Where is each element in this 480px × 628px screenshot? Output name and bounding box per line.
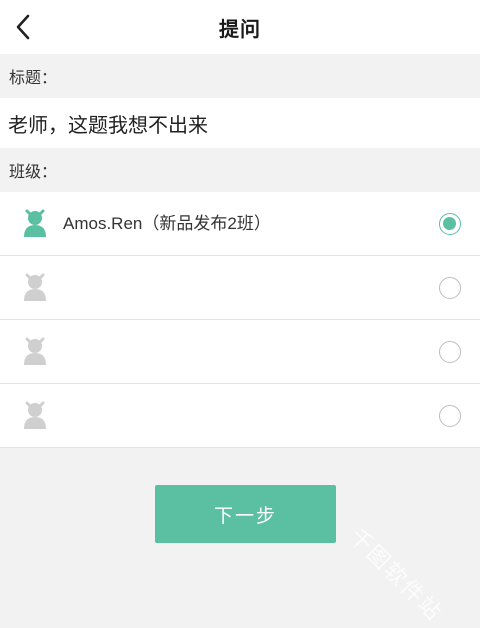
top-bar: 提问 [0,0,480,54]
title-label: 标题： [0,54,480,98]
class-label: 班级： [0,148,480,192]
person-icon [24,337,46,365]
person-icon [24,401,46,429]
page-title: 提问 [219,18,261,41]
class-option-2[interactable] [0,256,480,320]
radio-unselected[interactable] [439,277,461,299]
next-step-button[interactable]: 下一步 [155,485,336,543]
class-option-4[interactable] [0,384,480,448]
title-input[interactable] [8,111,480,135]
person-icon [24,209,46,237]
radio-selected[interactable] [439,213,461,235]
radio-unselected[interactable] [439,405,461,427]
chevron-left-icon [16,14,30,40]
watermark: 千图软件站 [344,523,448,627]
radio-unselected[interactable] [439,341,461,363]
person-icon [24,273,46,301]
class-option-1[interactable]: Amos.Ren（新品发布2班） [0,192,480,256]
title-field-container[interactable] [0,98,480,148]
class-list: Amos.Ren（新品发布2班） [0,192,480,448]
class-option-3[interactable] [0,320,480,384]
back-button[interactable] [4,7,42,47]
class-option-label: Amos.Ren（新品发布2班） [63,214,271,233]
